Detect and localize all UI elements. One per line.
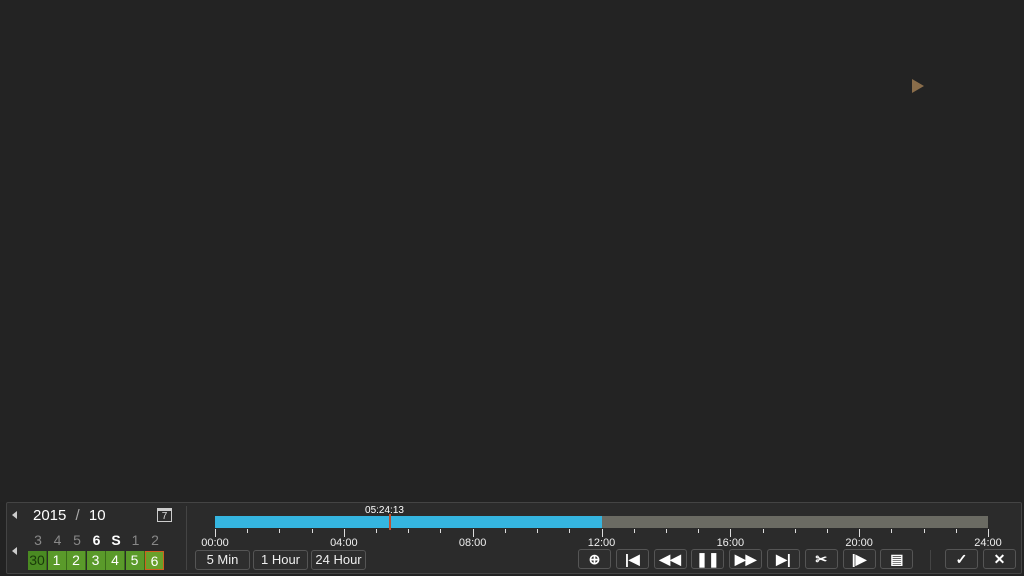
- day-cell[interactable]: 6: [145, 551, 164, 570]
- hour-tick: [601, 529, 603, 537]
- hour-label: 08:00: [458, 537, 487, 549]
- zoom-5-min-button[interactable]: 5 Min: [195, 550, 250, 570]
- hour-tick: [730, 529, 732, 537]
- hour-tick: [376, 529, 378, 533]
- hour-tick: [955, 529, 957, 533]
- weekday-label: 1: [131, 532, 140, 548]
- weekday-label: 3: [34, 532, 42, 548]
- weekday-label: 2: [151, 532, 159, 548]
- weekday-label: 5: [73, 532, 81, 548]
- close-button[interactable]: ✕: [983, 549, 1016, 569]
- playhead-cursor[interactable]: [389, 514, 392, 530]
- divider: [930, 550, 931, 570]
- next-button[interactable]: ▶|: [767, 549, 800, 569]
- hour-label: 00:00: [201, 537, 229, 549]
- calendar-icon[interactable]: 7: [157, 508, 172, 522]
- clip-button[interactable]: ✂: [804, 549, 838, 569]
- hour-tick: [988, 529, 989, 537]
- day-cell[interactable]: 2: [67, 551, 86, 570]
- year-month: 2015 / 10: [33, 507, 106, 524]
- display-button[interactable]: ▤: [880, 549, 914, 569]
- rewind-button[interactable]: ◀◀: [653, 549, 687, 569]
- recorded-segment: [215, 516, 602, 528]
- hour-tick: [504, 529, 506, 533]
- zoom-in-button[interactable]: ⊕: [578, 549, 611, 569]
- month: 10: [88, 507, 106, 524]
- hour-tick: [859, 529, 861, 537]
- hour-tick: [247, 529, 249, 533]
- year: 2015: [33, 507, 67, 524]
- current-time-label: 05:24:13: [365, 505, 404, 516]
- hour-tick: [472, 529, 474, 537]
- weekday-label: S: [111, 532, 121, 548]
- prev-month-arrow-icon[interactable]: [12, 511, 17, 519]
- hour-tick: [794, 529, 796, 533]
- day-cell[interactable]: 4: [106, 551, 125, 570]
- hour-tick: [215, 529, 216, 537]
- hour-tick: [698, 529, 700, 533]
- hour-tick: [826, 529, 828, 533]
- hour-tick: [923, 529, 925, 533]
- day-cell[interactable]: 30: [28, 551, 47, 570]
- weekday-label: 6: [92, 532, 101, 548]
- hour-tick: [408, 529, 410, 533]
- day-cell[interactable]: 3: [86, 551, 106, 570]
- hour-label: 16:00: [716, 537, 745, 549]
- previous-button[interactable]: |◀: [615, 549, 649, 569]
- hour-tick: [343, 529, 345, 537]
- hide-button[interactable]: ✓: [945, 549, 978, 569]
- hour-tick: [891, 529, 893, 533]
- day-cell[interactable]: 5: [125, 551, 145, 570]
- hour-tick: [633, 529, 635, 533]
- prev-week-arrow-icon[interactable]: [12, 547, 17, 555]
- hour-tick: [762, 529, 764, 533]
- day-cell[interactable]: 1: [47, 551, 67, 570]
- zoom-24-hour-button[interactable]: 24 Hour: [311, 550, 366, 570]
- hour-label: 04:00: [330, 537, 358, 549]
- step-forward-button[interactable]: |▶: [842, 549, 876, 569]
- hour-tick: [537, 529, 539, 533]
- hour-label: 24:00: [974, 537, 1002, 549]
- hour-tick: [311, 529, 313, 533]
- hour-tick: [569, 529, 571, 533]
- weekday-label: 4: [53, 532, 62, 548]
- pause-button[interactable]: ❚❚: [691, 549, 725, 569]
- divider: [186, 506, 187, 570]
- hour-label: 20:00: [845, 537, 873, 549]
- video-playback-area: [0, 0, 1024, 502]
- separator: /: [75, 507, 80, 524]
- hour-tick: [440, 529, 442, 533]
- zoom-1-hour-button[interactable]: 1 Hour: [253, 550, 308, 570]
- play-icon: [912, 79, 924, 93]
- hour-tick: [665, 529, 667, 533]
- hour-label: 12:00: [587, 537, 616, 549]
- hour-tick: [279, 529, 281, 533]
- fast-forward-button[interactable]: ▶▶: [729, 549, 763, 569]
